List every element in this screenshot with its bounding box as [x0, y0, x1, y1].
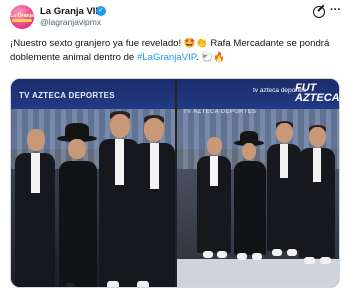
- account-avatar[interactable]: La Granja: [10, 5, 34, 29]
- right-brand-big: FUT AZTECA: [295, 82, 340, 104]
- photo-right[interactable]: tv azteca deportes FUT AZTECA TV AZTECA …: [177, 79, 340, 287]
- hashtag-link[interactable]: #LaGranjaVIP: [137, 52, 196, 63]
- left-banner-text: TV AZTECA DEPORTES: [19, 91, 115, 100]
- more-icon[interactable]: ···: [330, 4, 341, 16]
- right-banner-text: TV AZTECA DEPORTES: [183, 109, 257, 115]
- post-card[interactable]: La Granja La Granja VIP ✓ @lagranjavipmx…: [0, 0, 350, 296]
- person: [55, 123, 99, 287]
- verified-badge-icon[interactable]: ✓: [96, 6, 106, 16]
- avatar-logo-band: [12, 19, 32, 22]
- person: [299, 125, 335, 265]
- person: [15, 127, 55, 287]
- grok-icon[interactable]: [313, 6, 325, 18]
- person: [197, 137, 231, 259]
- person: [231, 131, 267, 261]
- person: [267, 121, 301, 257]
- person: [133, 115, 175, 287]
- display-name[interactable]: La Granja VIP: [40, 6, 102, 17]
- account-handle[interactable]: @lagranjavipmx: [40, 17, 101, 27]
- tweet-text: ¡Nuestro sexto granjero ya fue revelado!…: [10, 37, 342, 65]
- photo-left[interactable]: TV AZTECA DEPORTES: [11, 79, 175, 287]
- tweet-text-end: . 🐑🔥: [195, 52, 226, 63]
- media-gallery[interactable]: TV AZTECA DEPORTES tv azteca deportes FU…: [10, 78, 340, 288]
